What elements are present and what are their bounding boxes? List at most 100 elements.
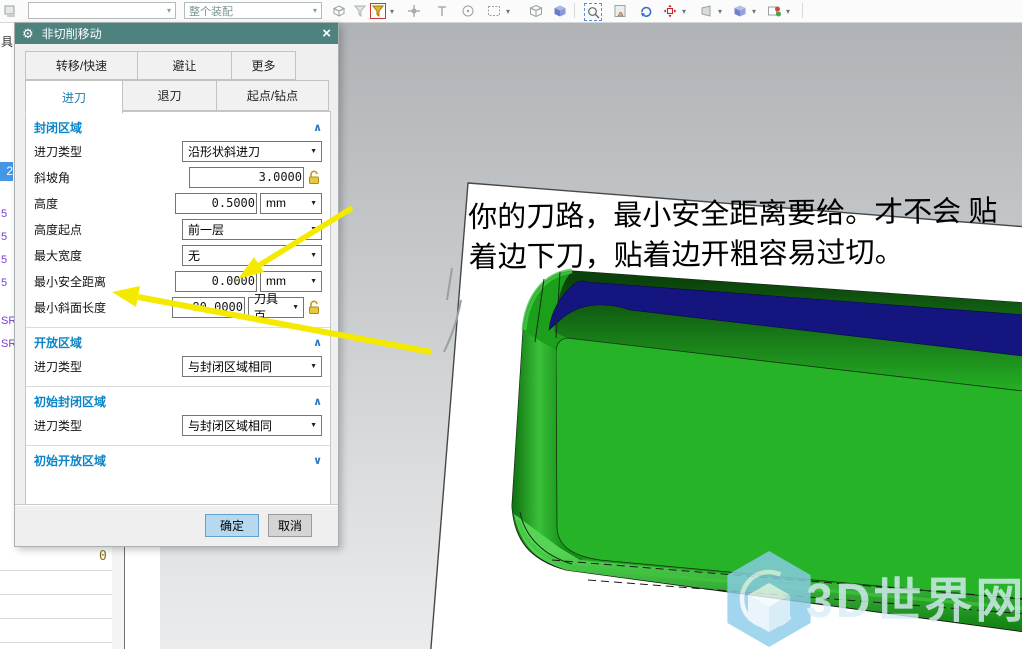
field-row-max-width: 最大宽度 无 ▼ [34,242,322,268]
min-clearance-input[interactable]: 0.0000 [175,270,257,292]
field-label: 进刀类型 [34,144,83,159]
cancel-button[interactable]: 取消 [268,514,312,537]
min-ramp-length-input[interactable]: 80.0000 [172,296,245,318]
zoom-icon[interactable] [584,3,602,21]
field-label: 高度 [34,196,59,211]
min-clearance-unit-dropdown[interactable]: mm ▼ [260,270,322,292]
chevron-down-icon[interactable]: ▾ [390,7,394,16]
chevron-down-icon: ▼ [310,147,317,155]
dropdown-value: 无 [188,248,201,263]
tab-row-2: 进刀 退刀 起点/钻点 [25,80,329,114]
table-row-line [0,594,112,595]
dropdown-value: 与封闭区域相同 [188,359,273,374]
active-filter-icon[interactable] [370,3,386,19]
snap-point-icon[interactable] [434,3,450,19]
section-header-initial-closed-area[interactable]: 初始封闭区域 ∧ [34,390,322,412]
chevron-down-icon[interactable]: ▾ [752,7,756,16]
unlock-icon[interactable] [307,169,322,185]
annotation-line-2: 着边下刀，贴着边开粗容易过切。 [469,236,904,274]
section-title: 初始开放区域 [34,453,107,468]
dialog-title-bar[interactable]: ⚙ 非切削移动 × [15,23,338,44]
work-context-combo[interactable]: 整个装配 ▾ [184,2,322,19]
tab-retract[interactable]: 退刀 [122,80,217,111]
engage-type-dropdown[interactable]: 沿形状斜进刀 ▼ [182,140,322,162]
chevron-down-icon[interactable]: ▾ [682,7,686,16]
field-row-min-ramp-length: 最小斜面长度 80.0000 刀具百 ▼ [34,292,322,323]
navigator-row-fragment: SR: [1,338,14,350]
navigator-text-fragment: 具 [1,35,14,49]
dropdown-value: mm [266,196,286,210]
pan-icon[interactable] [612,3,628,19]
tab-avoidance[interactable]: 避让 [137,51,232,80]
chevron-down-icon[interactable]: ▾ [786,7,790,16]
rotate-view-icon[interactable] [638,3,654,19]
assembly-cube-icon[interactable] [331,3,347,19]
tab-transfer-rapid[interactable]: 转移/快速 [25,51,138,80]
section-divider [26,327,330,328]
height-input[interactable]: 0.5000 [175,192,257,214]
field-row-height-from: 高度起点 前一层 ▼ [34,216,322,242]
ok-button[interactable]: 确定 [205,514,259,537]
height-unit-dropdown[interactable]: mm ▼ [260,192,322,214]
display-cube-icon[interactable] [732,3,748,19]
tab-page-engage: 封闭区域 ∧ 进刀类型 沿形状斜进刀 ▼ 斜坡角 3.0000 高度 0.500… [25,111,331,506]
navigator-selected-cell[interactable]: 2 [0,162,13,181]
wireframe-box-icon[interactable] [528,3,544,19]
field-row-engage-type: 进刀类型 沿形状斜进刀 ▼ [34,138,322,164]
top-toolbar: ▾ 整个装配 ▾ ▾ ▾ ▾ ▾ ▾ ▾ [0,0,1022,23]
min-ramp-length-unit-dropdown[interactable]: 刀具百 ▼ [248,292,304,323]
field-label: 最大宽度 [34,248,83,263]
table-cell-value: 0 [99,549,107,564]
shaded-box-icon[interactable] [552,3,568,19]
chevron-down-icon[interactable]: ▾ [506,7,510,16]
chevron-down-icon[interactable]: ∨ [313,454,322,467]
field-row-initial-closed-engage-type: 进刀类型 与封闭区域相同 ▼ [34,412,322,438]
height-from-dropdown[interactable]: 前一层 ▼ [182,218,322,240]
selection-scope-combo[interactable]: ▾ [28,2,176,19]
max-width-dropdown[interactable]: 无 ▼ [182,244,322,266]
field-label: 进刀类型 [34,359,83,374]
field-label: 进刀类型 [34,418,83,433]
table-row-line [0,570,112,571]
chevron-down-icon: ▼ [310,277,317,285]
perspective-icon[interactable] [698,3,714,19]
gear-icon: ⚙ [22,26,34,41]
non-cutting-moves-dialog: ⚙ 非切削移动 × 转移/快速 避让 更多 进刀 退刀 起点/钻点 封闭区域 ∧… [14,22,339,547]
tab-start-drill-points[interactable]: 起点/钻点 [216,80,329,111]
open-engage-type-dropdown[interactable]: 与封闭区域相同 ▼ [182,355,322,377]
tab-engage[interactable]: 进刀 [25,80,123,114]
section-title: 封闭区域 [34,120,83,135]
dropdown-value: mm [266,274,286,288]
initial-closed-engage-type-dropdown[interactable]: 与封闭区域相同 ▼ [182,414,322,436]
edit-object-display-icon[interactable] [766,3,782,19]
unlock-icon[interactable] [307,299,322,315]
close-icon[interactable]: × [322,26,331,41]
field-label: 高度起点 [34,222,83,237]
dialog-button-bar: 确定 取消 [15,504,338,546]
chevron-up-icon[interactable]: ∧ [313,336,322,349]
selection-filter-icon[interactable] [352,3,368,19]
tab-row-1: 转移/快速 避让 更多 [25,51,296,80]
chevron-up-icon[interactable]: ∧ [313,395,322,408]
chevron-down-icon[interactable]: ▾ [718,7,722,16]
origin-cross-icon[interactable] [406,3,422,19]
chevron-up-icon[interactable]: ∧ [313,121,322,134]
ramp-angle-input[interactable]: 3.0000 [189,166,304,188]
navigator-row-fragment: 5 [1,254,8,266]
tab-more[interactable]: 更多 [231,51,296,80]
section-title: 开放区域 [34,335,83,350]
circle-center-icon[interactable] [460,3,476,19]
table-row-line [0,642,112,643]
section-header-closed-area[interactable]: 封闭区域 ∧ [34,116,322,138]
section-header-open-area[interactable]: 开放区域 ∧ [34,331,322,353]
section-header-initial-open-area[interactable]: 初始开放区域 ∨ [34,449,322,471]
navigator-row-fragment: 5 [1,231,8,243]
dropdown-value: 前一层 [188,222,225,237]
chevron-down-icon: ▼ [310,421,317,429]
stamp-icon[interactable] [2,3,18,19]
field-row-height: 高度 0.5000 mm ▼ [34,190,322,216]
marquee-select-icon[interactable] [486,3,502,19]
dropdown-value: 与封闭区域相同 [188,418,273,433]
dialog-title: 非切削移动 [41,27,102,41]
fit-view-icon[interactable] [662,3,678,19]
